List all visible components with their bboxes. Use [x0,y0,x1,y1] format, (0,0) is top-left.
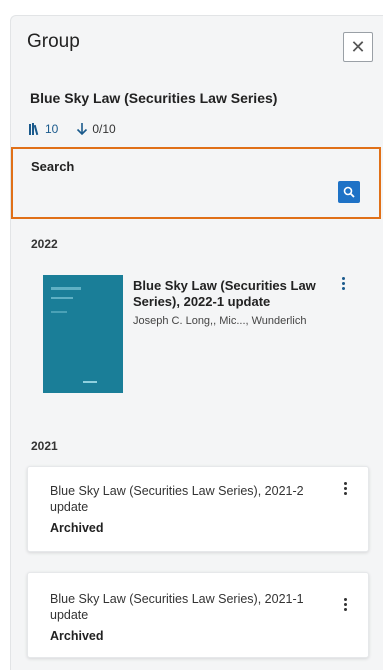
search-label: Search [31,159,75,174]
close-icon: ✕ [350,37,366,57]
more-options-button[interactable] [338,595,352,613]
group-panel: Group ✕ Blue Sky Law (Securities Law Ser… [10,15,383,670]
year-heading: 2022 [31,237,58,251]
group-name: Blue Sky Law (Securities Law Series) [30,90,278,106]
item-title[interactable]: Blue Sky Law (Securities Law Series), 20… [50,591,310,623]
item-authors: Joseph C. Long,, Mic..., Wunderlich [133,315,307,327]
volumes-count: 10 [45,122,59,136]
list-item[interactable]: Blue Sky Law (Securities Law Series), 20… [27,466,369,552]
downloads-count: 0/10 [92,122,116,136]
panel-header: Group ✕ [11,16,383,74]
list-item[interactable]: Blue Sky Law (Securities Law Series), 20… [27,572,369,658]
item-title[interactable]: Blue Sky Law (Securities Law Series), 20… [133,278,323,310]
more-options-button[interactable] [338,479,352,497]
status-badge: Archived [50,521,104,535]
close-button[interactable]: ✕ [343,32,373,62]
book-cover [43,275,123,393]
volumes-stat: 10 [29,122,58,136]
search-icon [343,186,355,198]
search-button[interactable] [338,181,360,203]
download-arrow-icon [77,123,88,135]
status-badge: Archived [50,629,104,643]
books-icon [29,123,39,135]
search-section: Search [11,147,381,219]
panel-title: Group [27,31,80,52]
item-title[interactable]: Blue Sky Law (Securities Law Series), 20… [50,483,310,515]
downloads-stat: 0/10 [76,122,116,136]
search-input[interactable] [27,183,333,207]
year-heading: 2021 [31,439,58,453]
more-options-button[interactable] [336,274,350,292]
group-stats: 10 0/10 [29,122,116,136]
list-item[interactable]: Blue Sky Law (Securities Law Series), 20… [31,261,367,411]
